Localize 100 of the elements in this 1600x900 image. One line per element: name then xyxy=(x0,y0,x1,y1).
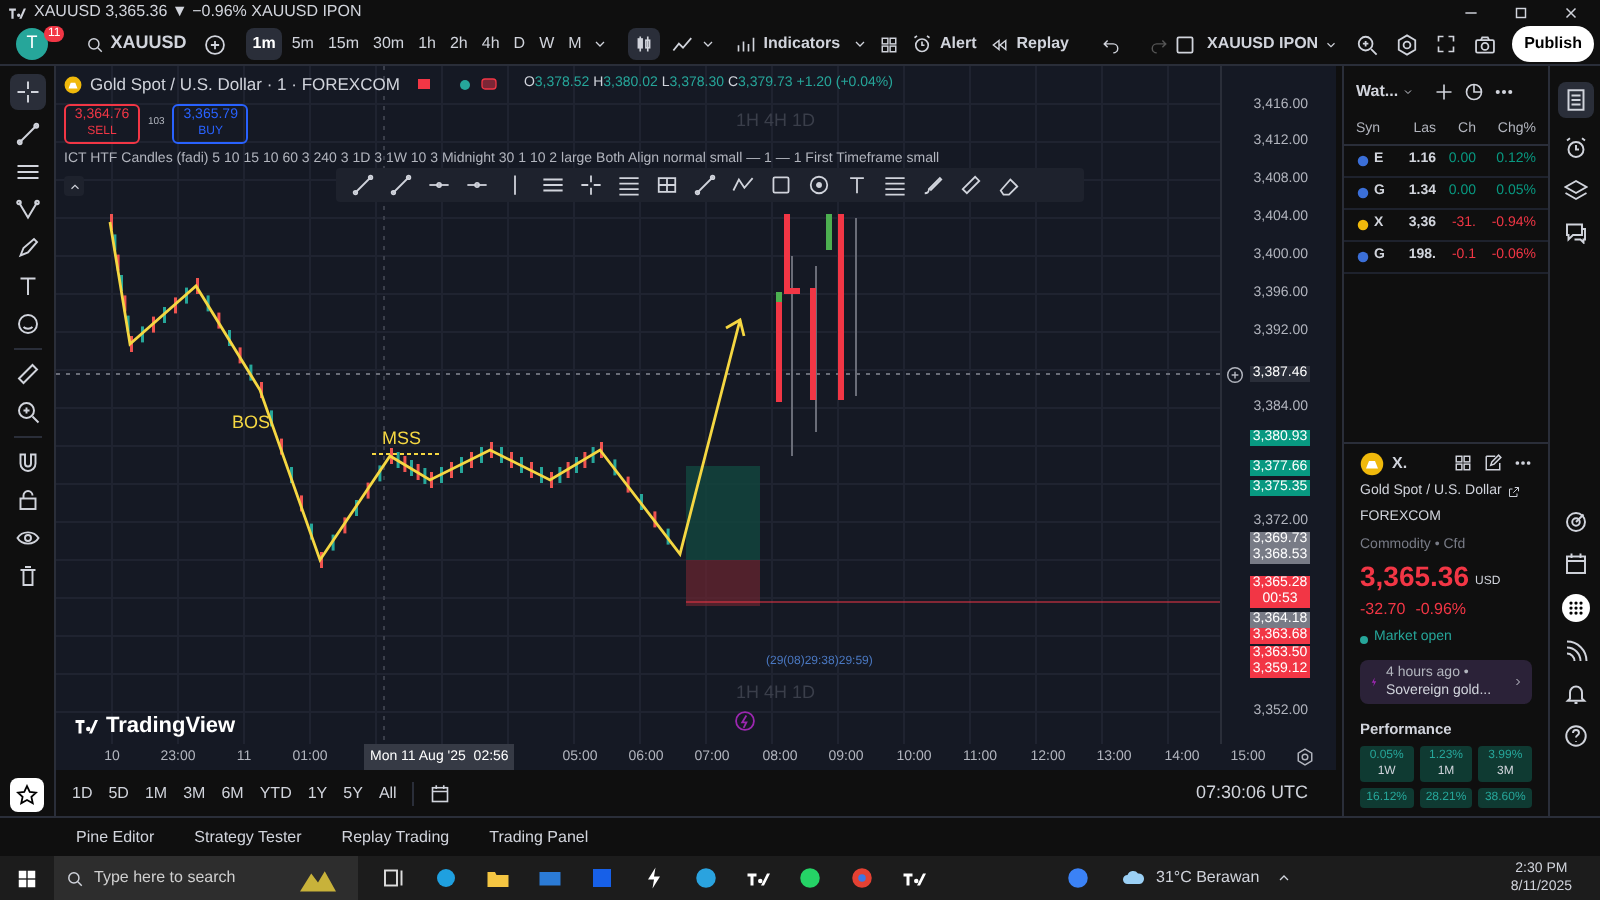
panel-tab[interactable]: Trading Panel xyxy=(489,825,589,849)
chrome-icon[interactable] xyxy=(850,866,874,890)
utc-clock[interactable]: 07:30:06 UTC xyxy=(1195,779,1308,807)
plus-icon[interactable] xyxy=(1434,82,1455,102)
range-button[interactable]: 1Y xyxy=(307,781,328,805)
interval-button[interactable]: 5m xyxy=(287,28,318,60)
interval-button[interactable]: D xyxy=(509,28,530,60)
eye-icon[interactable] xyxy=(15,526,39,550)
interval-button[interactable]: 1h xyxy=(414,28,440,60)
panel-tab[interactable]: Pine Editor xyxy=(76,825,155,849)
smiley-icon[interactable] xyxy=(15,312,39,336)
mail-icon[interactable] xyxy=(538,866,562,890)
bell-icon[interactable] xyxy=(1563,682,1587,706)
eraser-icon[interactable] xyxy=(998,174,1020,196)
trend-line-icon[interactable] xyxy=(15,122,39,146)
circle-icon[interactable] xyxy=(808,174,830,196)
brush-icon[interactable] xyxy=(922,174,944,196)
line-tool-icon[interactable] xyxy=(694,174,716,196)
windows-start-icon[interactable] xyxy=(16,867,38,889)
apps-button[interactable] xyxy=(1561,594,1589,622)
indicators-button[interactable]: Indicators xyxy=(735,32,841,56)
fib-levels-icon[interactable] xyxy=(618,174,640,196)
list-icon[interactable] xyxy=(884,174,906,196)
range-button[interactable]: YTD xyxy=(259,781,292,805)
quick-search-icon[interactable] xyxy=(1356,33,1379,55)
zoom-icon[interactable] xyxy=(15,400,39,424)
caret-icon[interactable] xyxy=(591,36,608,52)
pen-icon[interactable] xyxy=(15,236,39,260)
browser-icon[interactable] xyxy=(434,866,458,890)
caret-icon[interactable] xyxy=(699,36,716,52)
layers-icon[interactable] xyxy=(1563,178,1587,202)
path-icon[interactable] xyxy=(732,174,754,196)
crosshair-icon[interactable] xyxy=(580,174,602,196)
external-link-icon[interactable] xyxy=(1507,486,1520,498)
watchlist-title[interactable]: Wat... xyxy=(1356,80,1399,104)
ray-icon[interactable] xyxy=(390,174,412,196)
maximize-icon[interactable] xyxy=(1512,3,1530,21)
text-icon[interactable] xyxy=(15,274,39,298)
panel-tab[interactable]: Strategy Tester xyxy=(194,825,302,849)
interval-button[interactable]: M xyxy=(564,28,586,60)
panel-tab[interactable]: Replay Trading xyxy=(341,825,450,849)
close-icon[interactable] xyxy=(1562,3,1580,21)
range-button[interactable]: 3M xyxy=(183,781,206,805)
range-button[interactable]: All xyxy=(378,781,397,805)
parallel-channel-icon[interactable] xyxy=(542,174,564,196)
signal-icon[interactable] xyxy=(1563,640,1587,664)
undo-icon[interactable] xyxy=(1101,35,1119,53)
calendar-icon[interactable] xyxy=(1563,552,1587,576)
ruler-icon[interactable] xyxy=(960,174,982,196)
grid-icon[interactable] xyxy=(656,174,678,196)
folder-icon[interactable] xyxy=(486,866,510,890)
pattern-icon[interactable] xyxy=(15,198,39,222)
ruler-icon[interactable] xyxy=(15,362,39,386)
pie-chart-icon[interactable] xyxy=(1464,82,1485,102)
chevron-up-icon[interactable] xyxy=(1275,870,1292,886)
caret-icon[interactable] xyxy=(1324,37,1339,51)
watchlist-button[interactable] xyxy=(1557,82,1593,118)
fullscreen-icon[interactable] xyxy=(1436,34,1457,54)
camera-icon[interactable] xyxy=(1474,33,1497,55)
add-alert-icon[interactable] xyxy=(1226,365,1244,383)
redo-icon[interactable] xyxy=(1149,35,1167,53)
replay-button[interactable]: Replay xyxy=(990,32,1069,56)
weather-text[interactable]: 31°C Berawan xyxy=(1156,866,1260,890)
alarm-icon[interactable] xyxy=(1563,136,1587,160)
layout-grid-icon[interactable] xyxy=(880,35,899,53)
interval-button[interactable]: 2h xyxy=(445,28,472,60)
settings-icon[interactable] xyxy=(1396,33,1419,55)
dropbox-icon[interactable] xyxy=(590,866,614,890)
horizontal-lines-icon[interactable] xyxy=(15,160,39,184)
lock-icon[interactable] xyxy=(15,488,39,512)
line-chart-icon[interactable] xyxy=(671,33,694,55)
target-icon[interactable] xyxy=(1563,510,1587,534)
go-to-date-icon[interactable] xyxy=(430,783,451,803)
interval-button[interactable]: 1m xyxy=(246,28,282,60)
help-icon[interactable] xyxy=(1563,724,1587,748)
magnet-icon[interactable] xyxy=(15,450,39,474)
whatsapp-icon[interactable] xyxy=(798,866,822,890)
interval-button[interactable]: 15m xyxy=(323,28,363,60)
range-button[interactable]: 5D xyxy=(108,781,129,805)
range-button[interactable]: 1D xyxy=(72,781,93,805)
caret-icon[interactable] xyxy=(852,36,869,52)
taskbar-search-field[interactable]: Type here to search xyxy=(94,866,254,890)
interval-button[interactable]: W xyxy=(535,28,559,60)
taskbar-search-box[interactable]: Type here to search xyxy=(54,856,358,900)
rectangle-icon[interactable] xyxy=(770,174,792,196)
collapse-button[interactable] xyxy=(64,176,84,197)
chart-type-button[interactable] xyxy=(627,28,660,60)
range-button[interactable]: 5Y xyxy=(343,781,363,805)
symbol-search[interactable]: XAUUSD xyxy=(86,30,187,58)
trash-icon[interactable] xyxy=(15,564,39,588)
favorites-button[interactable] xyxy=(10,778,44,812)
chat-icon[interactable] xyxy=(1563,220,1587,244)
crosshair-button[interactable] xyxy=(9,74,45,110)
range-button[interactable]: 1M xyxy=(144,781,168,805)
grid-icon[interactable] xyxy=(1454,454,1472,473)
task-view-icon[interactable] xyxy=(382,866,406,890)
text-icon[interactable] xyxy=(846,174,868,196)
telegram-icon[interactable] xyxy=(694,866,718,890)
publish-button[interactable]: Publish xyxy=(1512,26,1594,62)
interval-button[interactable]: 4h xyxy=(477,28,504,60)
